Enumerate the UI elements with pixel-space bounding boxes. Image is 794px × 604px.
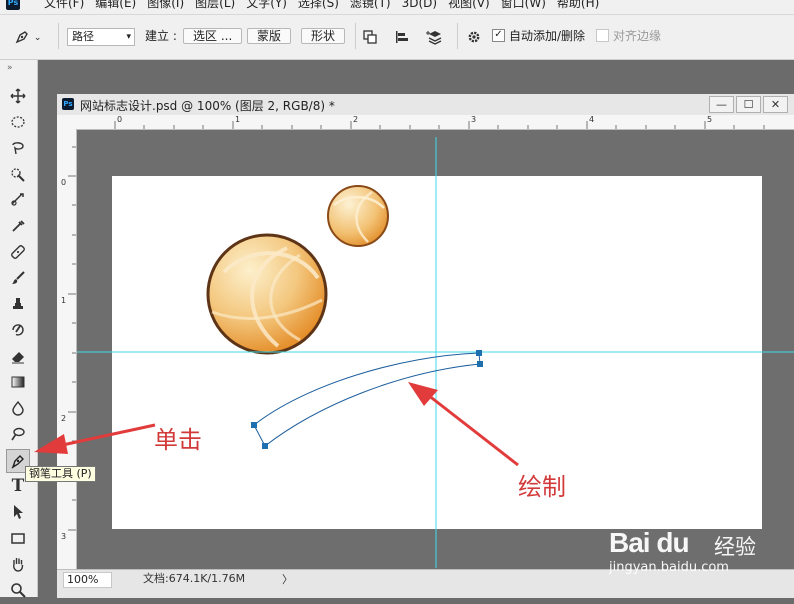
shape-button[interactable]: 形状 xyxy=(301,26,346,46)
minimize-icon: — xyxy=(716,98,727,111)
path-arrangement-icon[interactable] xyxy=(426,26,444,46)
click-annotation: 单击 xyxy=(154,426,202,454)
align-edges-checkbox[interactable]: 对齐边缘 xyxy=(596,26,661,46)
shape-button-label: 形状 xyxy=(301,28,346,44)
ruler-h-label: 3 xyxy=(471,115,477,124)
watermark-sub: 经验 xyxy=(714,535,756,559)
zoom-level-field[interactable]: 100% xyxy=(63,572,112,588)
document-title: 网站标志设计.psd @ 100% (图层 2, RGB/8) * xyxy=(80,99,335,113)
close-button[interactable]: ✕ xyxy=(763,96,788,113)
minimize-button[interactable]: — xyxy=(709,96,734,113)
maximize-button[interactable]: ☐ xyxy=(736,96,761,113)
history-brush-tool-icon[interactable] xyxy=(7,319,29,341)
healing-brush-tool-icon[interactable] xyxy=(7,241,29,263)
menu-view[interactable]: 视图(V) xyxy=(448,0,490,10)
baidu-watermark: Bai du 经验 jingyan.baidu.com xyxy=(607,527,793,579)
ruler-v-label: 1 xyxy=(61,296,67,305)
mode-select[interactable]: 路径 ▾ xyxy=(67,26,135,46)
hand-tool-icon[interactable] xyxy=(7,553,29,575)
ruler-h-label: 5 xyxy=(707,115,713,124)
lasso-tool-icon[interactable] xyxy=(7,137,29,159)
ruler-v-label: 2 xyxy=(61,414,67,423)
document-size: 文档:674.1K/1.76M xyxy=(143,572,246,585)
selection-button-label: 选区 ... xyxy=(183,28,243,44)
menu-edit[interactable]: 编辑(E) xyxy=(95,0,136,10)
status-menu-arrow-icon[interactable]: 〉 xyxy=(282,571,293,587)
ruler-h-label: 1 xyxy=(235,115,241,124)
settings-gear-icon[interactable] xyxy=(466,26,482,46)
marquee-tool-icon[interactable] xyxy=(7,111,29,133)
photoshop-logo-icon: Ps xyxy=(6,0,20,10)
menu-window[interactable]: 窗口(W) xyxy=(501,0,546,10)
align-edges-label: 对齐边缘 xyxy=(613,29,662,43)
ruler-v-label: 3 xyxy=(61,532,67,541)
path-selection-tool-icon[interactable] xyxy=(7,501,29,523)
unchecked-box-icon xyxy=(596,29,609,42)
menu-select[interactable]: 选择(S) xyxy=(298,0,339,10)
checkmark-icon: ✓ xyxy=(492,29,505,42)
move-tool-icon[interactable] xyxy=(7,85,29,107)
watermark-brand: Bai du xyxy=(609,527,690,558)
mask-button[interactable]: 蒙版 xyxy=(247,26,292,46)
menu-items: 文件(F) 编辑(E) 图像(I) 图层(L) 文字(Y) 选择(S) 滤镜(T… xyxy=(44,0,610,10)
separator xyxy=(355,23,356,49)
crop-tool-icon[interactable] xyxy=(7,189,29,211)
eraser-tool-icon[interactable] xyxy=(7,345,29,367)
quick-selection-tool-icon[interactable] xyxy=(7,163,29,185)
path-operations-icon[interactable] xyxy=(362,26,378,46)
gradient-tool-icon[interactable] xyxy=(7,371,29,393)
horizontal-ruler[interactable]: 0 1 2 3 4 5 xyxy=(77,115,794,130)
menu-file[interactable]: 文件(F) xyxy=(44,0,84,10)
maximize-icon: ☐ xyxy=(743,98,754,111)
menu-bar: Ps 文件(F) 编辑(E) 图像(I) 图层(L) 文字(Y) 选择(S) 滤… xyxy=(0,0,794,15)
canvas[interactable] xyxy=(112,176,762,529)
brush-tool-icon[interactable] xyxy=(7,267,29,289)
dodge-tool-icon[interactable] xyxy=(7,423,29,445)
menu-filter[interactable]: 滤镜(T) xyxy=(350,0,391,10)
ruler-v-label: 0 xyxy=(61,178,67,187)
options-bar: ⌄ 路径 ▾ 建立 : 选区 ... 蒙版 形状 ✓ 自动添加/删除 对齐边缘 xyxy=(0,15,794,60)
menu-3d[interactable]: 3D(D) xyxy=(402,0,437,10)
auto-add-delete-checkbox[interactable]: ✓ 自动添加/删除 xyxy=(492,26,585,46)
ruler-ticks-h xyxy=(114,121,765,129)
document-tab[interactable]: Ps 网站标志设计.psd @ 100% (图层 2, RGB/8) * — ☐… xyxy=(57,94,794,116)
close-icon: ✕ xyxy=(770,98,781,111)
tools-panel: » T xyxy=(0,60,38,598)
selection-button[interactable]: 选区 ... xyxy=(183,26,243,46)
vertical-ruler[interactable]: 0 1 2 3 xyxy=(57,129,77,569)
build-label: 建立 : xyxy=(145,29,177,43)
menu-type[interactable]: 文字(Y) xyxy=(246,0,287,10)
menu-help[interactable]: 帮助(H) xyxy=(557,0,599,10)
photoshop-doc-icon: Ps xyxy=(62,98,74,110)
mode-select-value: 路径 xyxy=(72,30,94,43)
separator xyxy=(58,23,59,49)
eyedropper-tool-icon[interactable] xyxy=(7,215,29,237)
separator xyxy=(457,23,458,49)
auto-add-delete-label: 自动添加/删除 xyxy=(509,29,586,43)
zoom-tool-icon[interactable] xyxy=(7,579,29,601)
ruler-ticks-v xyxy=(68,146,76,531)
rectangle-tool-icon[interactable] xyxy=(7,527,29,549)
ruler-h-label: 4 xyxy=(589,115,595,124)
blur-tool-icon[interactable] xyxy=(7,397,29,419)
ruler-h-label: 2 xyxy=(353,115,359,124)
draw-annotation: 绘制 xyxy=(518,473,566,501)
pen-tool-tooltip: 钢笔工具 (P) xyxy=(25,466,96,482)
collapse-panel-icon[interactable]: » xyxy=(7,63,13,73)
chevron-down-icon: ▾ xyxy=(126,32,131,42)
chevron-down-icon: ⌄ xyxy=(33,33,42,43)
menu-image[interactable]: 图像(I) xyxy=(147,0,184,10)
mask-button-label: 蒙版 xyxy=(247,28,292,44)
tool-preset-picker[interactable]: ⌄ xyxy=(14,26,41,46)
menu-layer[interactable]: 图层(L) xyxy=(195,0,235,10)
stamp-tool-icon[interactable] xyxy=(7,293,29,315)
ruler-origin[interactable] xyxy=(57,115,78,130)
pen-tool-preset-icon xyxy=(14,29,34,43)
watermark-url: jingyan.baidu.com xyxy=(609,560,729,575)
path-alignment-icon[interactable] xyxy=(394,26,410,46)
ruler-h-label: 0 xyxy=(117,115,123,124)
